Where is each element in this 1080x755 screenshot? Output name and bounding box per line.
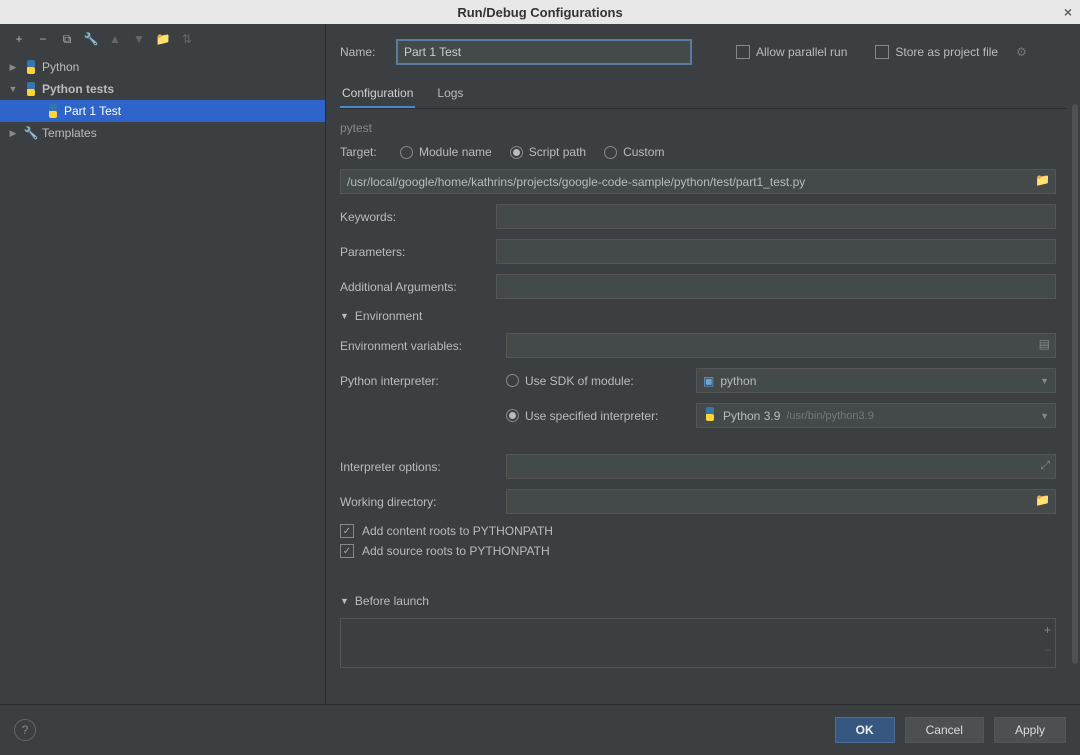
- list-icon[interactable]: ▤: [1039, 337, 1050, 351]
- chevron-down-icon: ▼: [1040, 376, 1049, 386]
- script-path-input[interactable]: [340, 169, 1056, 194]
- add-icon[interactable]: +: [1044, 623, 1051, 637]
- chevron-right-icon: ▶: [6, 128, 20, 139]
- interp-options-label: Interpreter options:: [340, 460, 506, 474]
- add-content-roots-checkbox[interactable]: Add content roots to PYTHONPATH: [340, 524, 1056, 538]
- name-label: Name:: [340, 45, 382, 59]
- env-vars-input[interactable]: [506, 333, 1056, 358]
- use-specified-radio[interactable]: Use specified interpreter:: [506, 409, 696, 423]
- specified-interpreter-combo[interactable]: Python 3.9 /usr/bin/python3.9 ▼: [696, 403, 1056, 428]
- dialog-footer: ? OK Cancel Apply: [0, 704, 1080, 754]
- python-tests-icon: [22, 82, 40, 96]
- cancel-button[interactable]: Cancel: [905, 717, 984, 743]
- addl-args-input[interactable]: [496, 274, 1056, 299]
- chevron-right-icon: ▶: [6, 62, 20, 73]
- tree-item-templates[interactable]: ▶ 🔧 Templates: [0, 122, 325, 144]
- sort-icon[interactable]: ⇅: [178, 30, 196, 48]
- working-dir-input[interactable]: [506, 489, 1056, 514]
- env-vars-label: Environment variables:: [340, 339, 506, 353]
- ok-button[interactable]: OK: [835, 717, 895, 743]
- remove-icon[interactable]: −: [1044, 643, 1051, 657]
- folder-icon[interactable]: 📁: [1035, 173, 1050, 187]
- copy-icon[interactable]: ⧉: [58, 30, 76, 48]
- interp-options-input[interactable]: [506, 454, 1056, 479]
- tab-configuration[interactable]: Configuration: [340, 80, 415, 108]
- sdk-module-combo[interactable]: ▣ python ▼: [696, 368, 1056, 393]
- allow-parallel-label: Allow parallel run: [756, 45, 847, 59]
- config-tree: ▶ Python ▼ Python tests Part 1 Test ▶ 🔧 …: [0, 54, 325, 704]
- close-icon[interactable]: ×: [1064, 4, 1072, 20]
- tab-logs[interactable]: Logs: [435, 80, 465, 108]
- down-icon[interactable]: ▼: [130, 30, 148, 48]
- folder-icon[interactable]: 📁: [154, 30, 172, 48]
- use-sdk-radio[interactable]: Use SDK of module:: [506, 374, 696, 388]
- remove-icon[interactable]: −: [34, 30, 52, 48]
- chevron-down-icon: ▼: [6, 84, 20, 94]
- interpreter-label: Python interpreter:: [340, 374, 506, 388]
- tree-label: Templates: [42, 126, 97, 140]
- python-icon: [22, 60, 40, 74]
- tree-label: Python: [42, 60, 79, 74]
- config-toolbar: + − ⧉ 🔧 ▲ ▼ 📁 ⇅: [0, 24, 325, 54]
- parameters-label: Parameters:: [340, 245, 496, 259]
- wrench-icon: 🔧: [22, 126, 40, 140]
- tree-item-python[interactable]: ▶ Python: [0, 56, 325, 78]
- tree-item-python-tests[interactable]: ▼ Python tests: [0, 78, 325, 100]
- vertical-scrollbar[interactable]: [1072, 104, 1078, 664]
- help-icon[interactable]: ?: [14, 719, 36, 741]
- checkbox-icon: [340, 544, 354, 558]
- chevron-down-icon: ▼: [1040, 411, 1049, 421]
- config-editor: Name: Allow parallel run Store as projec…: [326, 24, 1080, 704]
- up-icon[interactable]: ▲: [106, 30, 124, 48]
- before-launch-list: + −: [340, 618, 1056, 668]
- target-custom-radio[interactable]: Custom: [604, 145, 664, 159]
- allow-parallel-checkbox[interactable]: Allow parallel run: [736, 45, 847, 59]
- addl-args-label: Additional Arguments:: [340, 280, 496, 294]
- add-icon[interactable]: +: [10, 30, 28, 48]
- titlebar: Run/Debug Configurations ×: [0, 0, 1080, 24]
- store-as-file-label: Store as project file: [895, 45, 998, 59]
- add-source-roots-checkbox[interactable]: Add source roots to PYTHONPATH: [340, 544, 1056, 558]
- checkbox-icon: [736, 45, 750, 59]
- python-test-icon: [44, 104, 62, 118]
- keywords-input[interactable]: [496, 204, 1056, 229]
- target-module-radio[interactable]: Module name: [400, 145, 492, 159]
- window-title: Run/Debug Configurations: [457, 5, 622, 20]
- working-dir-label: Working directory:: [340, 495, 506, 509]
- keywords-label: Keywords:: [340, 210, 496, 224]
- config-tabs: Configuration Logs: [340, 80, 1066, 109]
- tree-item-part1-test[interactable]: Part 1 Test: [0, 100, 325, 122]
- python-icon: [703, 407, 717, 424]
- wrench-icon[interactable]: 🔧: [82, 30, 100, 48]
- expand-icon[interactable]: ⤢: [1040, 458, 1050, 473]
- gear-icon[interactable]: ⚙: [1016, 45, 1027, 59]
- tree-label: Python tests: [42, 82, 114, 96]
- folder-icon[interactable]: 📁: [1035, 493, 1050, 507]
- name-input[interactable]: [396, 39, 692, 65]
- target-script-radio[interactable]: Script path: [510, 145, 586, 159]
- environment-collapse[interactable]: ▼ Environment: [340, 309, 1056, 323]
- tree-label: Part 1 Test: [64, 104, 121, 118]
- target-label: Target:: [340, 145, 384, 159]
- chevron-down-icon: ▼: [340, 596, 349, 606]
- pytest-section-title: pytest: [340, 121, 1056, 135]
- apply-button[interactable]: Apply: [994, 717, 1066, 743]
- store-as-file-checkbox[interactable]: Store as project file: [875, 45, 998, 59]
- chevron-down-icon: ▼: [340, 311, 349, 321]
- parameters-input[interactable]: [496, 239, 1056, 264]
- config-list-panel: + − ⧉ 🔧 ▲ ▼ 📁 ⇅ ▶ Python ▼ Python tests …: [0, 24, 326, 704]
- module-icon: ▣: [703, 374, 714, 388]
- before-launch-collapse[interactable]: ▼ Before launch: [340, 594, 1056, 608]
- checkbox-icon: [340, 524, 354, 538]
- checkbox-icon: [875, 45, 889, 59]
